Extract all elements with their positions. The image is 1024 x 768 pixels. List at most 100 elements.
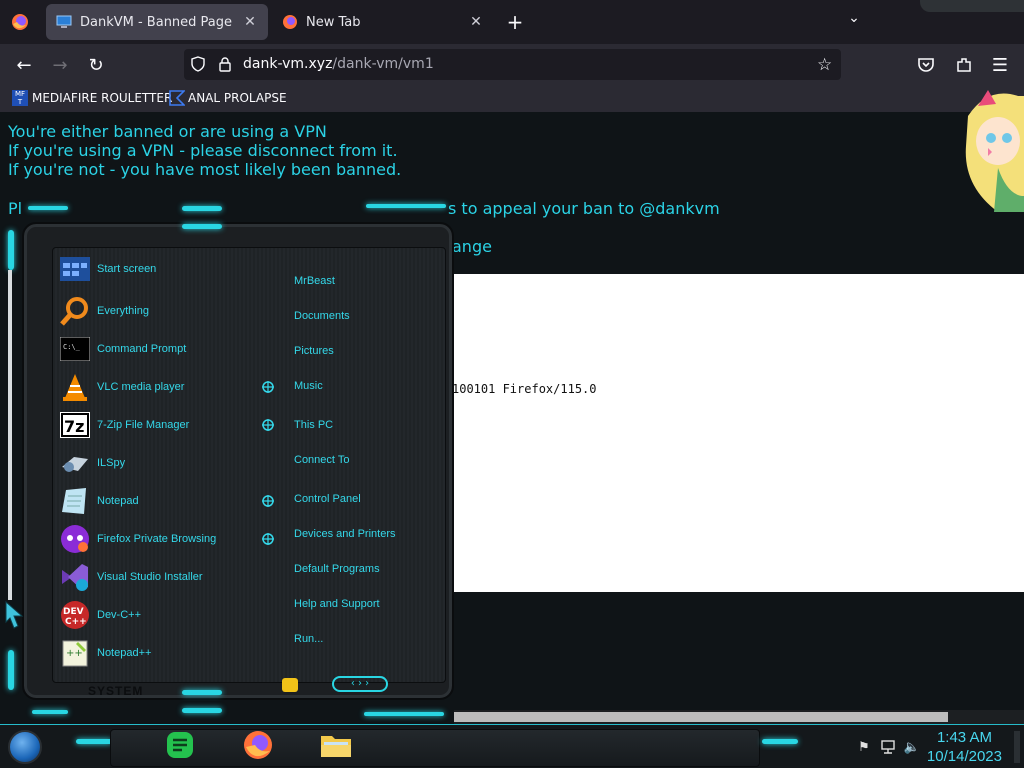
appeal-text-end: s to appeal your ban to @dankvm (448, 199, 720, 218)
neon-accent (366, 204, 446, 208)
taskbar-notes-app[interactable] (162, 729, 198, 765)
cursor-arrow-icon (4, 600, 24, 630)
back-arrow-icon[interactable]: ← (10, 52, 38, 78)
place-connect-to[interactable]: Connect To (294, 454, 349, 466)
user-agent-text: 100101 Firefox/115.0 (452, 382, 597, 396)
neon-accent (364, 712, 444, 716)
anime-mascot-image (958, 86, 1024, 212)
monitor-icon (56, 14, 72, 30)
place-default-programs[interactable]: Default Programs (294, 563, 380, 575)
hamburger-menu-icon[interactable]: ☰ (986, 52, 1014, 78)
neon-accent (28, 206, 68, 210)
submenu-arrow-icon[interactable] (261, 494, 275, 508)
system-clock[interactable]: 1:43 AM 10/14/2023 (927, 728, 1002, 766)
place-music[interactable]: Music (294, 380, 323, 392)
volume-icon[interactable]: 🔈 (904, 739, 920, 755)
window-controls-strip (920, 0, 1024, 12)
tab-dankvm-banned[interactable]: DankVM - Banned Page ✕ (46, 4, 268, 40)
flag-icon[interactable]: ⚑ (856, 739, 872, 755)
svg-text:C:\_: C:\_ (63, 343, 81, 351)
place-this-pc[interactable]: This PC (294, 419, 333, 431)
place-pictures[interactable]: Pictures (294, 345, 334, 357)
submenu-arrow-icon[interactable] (261, 418, 275, 432)
green-notes-icon (165, 730, 195, 764)
submenu-arrow-icon[interactable] (261, 380, 275, 394)
close-tab-icon[interactable]: ✕ (468, 14, 484, 30)
reload-icon[interactable]: ↻ (82, 52, 110, 78)
neon-accent (182, 206, 222, 211)
place-control-panel[interactable]: Control Panel (294, 493, 361, 505)
info-panel (454, 274, 1024, 592)
new-tab-button[interactable]: + (504, 10, 526, 34)
ban-message-line-3: If you're not - you have most likely bee… (8, 160, 402, 179)
program-firefox-private-browsing[interactable]: Firefox Private Browsing (60, 522, 216, 556)
program-ilspy[interactable]: ILSpy (60, 446, 125, 480)
ilspy-icon (60, 448, 90, 478)
tab-strip: DankVM - Banned Page ✕ New Tab ✕ + ⌄ (0, 0, 1024, 44)
taskbar-firefox[interactable] (240, 729, 276, 765)
place-help-and-support[interactable]: Help and Support (294, 598, 380, 610)
seven-zip-icon: 7z (60, 410, 90, 440)
start-screen-icon (60, 254, 90, 284)
taskbar-file-explorer[interactable] (318, 729, 354, 765)
lock-button-icon[interactable] (282, 678, 298, 692)
place-documents[interactable]: Documents (294, 310, 350, 322)
bookmark-anal-prolapse[interactable]: ANAL PROLAPSE (169, 90, 287, 106)
place-mrbeast[interactable]: MrBeast (294, 275, 335, 287)
neon-accent (8, 230, 14, 270)
notepadpp-icon: ++ (60, 638, 90, 668)
shield-icon[interactable] (190, 56, 206, 72)
firefox-private-icon (60, 524, 90, 554)
url-host: dank-vm.xyz (243, 56, 333, 72)
firefox-menu-icon[interactable] (10, 12, 30, 32)
start-orb-button[interactable] (8, 730, 42, 764)
url-text: dank-vm.xyz/dank-vm/vm1 (243, 56, 434, 72)
extensions-puzzle-icon[interactable] (950, 52, 978, 78)
devcpp-icon: DEV C++ (60, 600, 90, 630)
program-visual-studio-installer[interactable]: Visual Studio Installer (60, 560, 203, 594)
bookmark-label: MEDIAFIRE ROULETTER (32, 91, 173, 105)
program-start-screen[interactable]: Start screen (60, 252, 156, 286)
neon-accent (76, 739, 112, 744)
firefox-icon (282, 14, 298, 30)
url-bar[interactable]: dank-vm.xyz/dank-vm/vm1 ☆ (184, 49, 841, 80)
vlc-cone-icon (60, 372, 90, 402)
bookmark-frame-icon (169, 90, 186, 106)
tab-title: DankVM - Banned Page (80, 14, 233, 30)
lock-icon[interactable] (217, 56, 233, 72)
network-icon[interactable] (880, 739, 896, 755)
program-dev-cpp[interactable]: DEV C++ Dev-C++ (60, 598, 141, 632)
notepad-icon (60, 486, 90, 516)
start-menu-edge (8, 270, 12, 600)
program-vlc-media-player[interactable]: VLC media player (60, 370, 184, 404)
taskbar-body (110, 729, 760, 767)
tab-new-tab[interactable]: New Tab ✕ (272, 4, 494, 40)
list-all-tabs-chevron-icon[interactable]: ⌄ (844, 10, 864, 32)
svg-text:DEV: DEV (63, 607, 84, 617)
program-notepad[interactable]: Notepad (60, 484, 139, 518)
svg-text:7z: 7z (64, 417, 84, 436)
star-bookmark-icon[interactable]: ☆ (817, 55, 835, 75)
scrollbar-thumb[interactable] (454, 712, 948, 722)
program-command-prompt[interactable]: C:\_ Command Prompt (60, 332, 186, 366)
program-everything[interactable]: Everything (60, 294, 149, 328)
neon-accent (762, 739, 798, 744)
pocket-icon[interactable] (912, 52, 940, 78)
bookmarks-toolbar: MF T MEDIAFIRE ROULETTER ANAL PROLAPSE (0, 86, 1024, 112)
submenu-arrow-icon[interactable] (261, 532, 275, 546)
place-run[interactable]: Run... (294, 633, 323, 645)
shutdown-options-arrows-icon[interactable]: ‹ › › (332, 676, 388, 692)
neon-accent (182, 224, 222, 229)
tab-title: New Tab (306, 14, 361, 30)
clock-date: 10/14/2023 (926, 748, 1002, 765)
bookmark-label: ANAL PROLAPSE (188, 91, 287, 105)
forward-arrow-icon[interactable]: → (46, 52, 74, 78)
taskbar: ⚑ 🔈 1:43 AM 10/14/2023 (0, 724, 1024, 768)
horizontal-scrollbar[interactable] (454, 710, 1024, 724)
close-tab-icon[interactable]: ✕ (242, 14, 258, 30)
program-7zip-file-manager[interactable]: 7z 7-Zip File Manager (60, 408, 189, 442)
show-desktop-button[interactable] (1014, 731, 1020, 763)
bookmark-mediafire-rouletter[interactable]: MF T MEDIAFIRE ROULETTER (12, 90, 172, 106)
place-devices-and-printers[interactable]: Devices and Printers (294, 528, 396, 540)
program-notepad-plus-plus[interactable]: ++ Notepad++ (60, 636, 151, 670)
